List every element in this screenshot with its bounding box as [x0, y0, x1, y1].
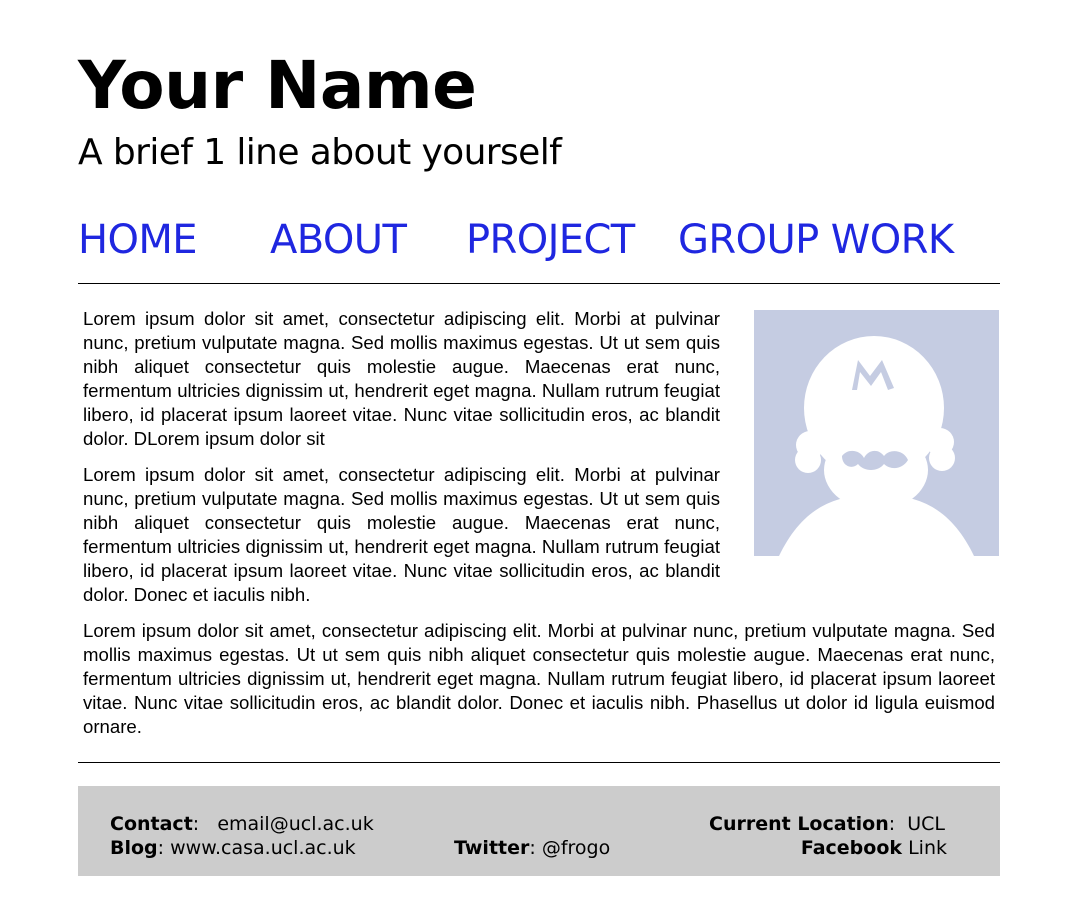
profile-avatar — [754, 310, 999, 556]
footer-location: Current Location: UCL — [709, 813, 945, 835]
contact-label: Contact — [110, 813, 193, 835]
divider-top — [78, 283, 1000, 284]
footer-facebook: Facebook Link — [801, 836, 947, 860]
divider-bottom — [78, 762, 1000, 763]
main-nav: HOME ABOUT PROJECT GROUP WORK — [0, 214, 1080, 266]
nav-link-about[interactable]: ABOUT — [270, 214, 407, 266]
twitter-label: Twitter — [454, 837, 530, 859]
footer: Contact: email@ucl.ac.uk Blog: www.casa.… — [78, 786, 1000, 876]
blog-link[interactable]: www.casa.ucl.ac.uk — [170, 837, 356, 859]
twitter-link[interactable]: @frogo — [542, 837, 610, 859]
intro-text-column: Lorem ipsum dolor sit amet, consectetur … — [83, 307, 720, 607]
nav-link-project[interactable]: PROJECT — [466, 214, 635, 266]
default-profile-avatar-icon — [779, 336, 974, 556]
footer-contact: Contact: email@ucl.ac.uk — [110, 813, 374, 835]
contact-email-link[interactable]: email@ucl.ac.uk — [217, 813, 373, 835]
paragraph-2: Lorem ipsum dolor sit amet, consectetur … — [83, 464, 720, 605]
location-label: Current Location — [709, 813, 889, 835]
paragraph-3: Lorem ipsum dolor sit amet, consectetur … — [83, 620, 995, 737]
footer-blog: Blog: www.casa.ucl.ac.uk — [110, 837, 356, 859]
nav-link-home[interactable]: HOME — [78, 214, 198, 266]
page: Your Name A brief 1 line about yourself … — [0, 0, 1080, 900]
paragraph-1: Lorem ipsum dolor sit amet, consectetur … — [83, 308, 720, 449]
blog-label: Blog — [110, 837, 158, 859]
page-title: Your Name — [78, 47, 477, 124]
page-tagline: A brief 1 line about yourself — [78, 132, 562, 173]
location-value: UCL — [907, 813, 945, 835]
nav-link-group-work[interactable]: GROUP WORK — [678, 214, 954, 266]
footer-twitter: Twitter: @frogo — [454, 837, 611, 859]
facebook-label: Facebook — [800, 837, 903, 859]
facebook-link[interactable]: Link — [908, 837, 947, 859]
